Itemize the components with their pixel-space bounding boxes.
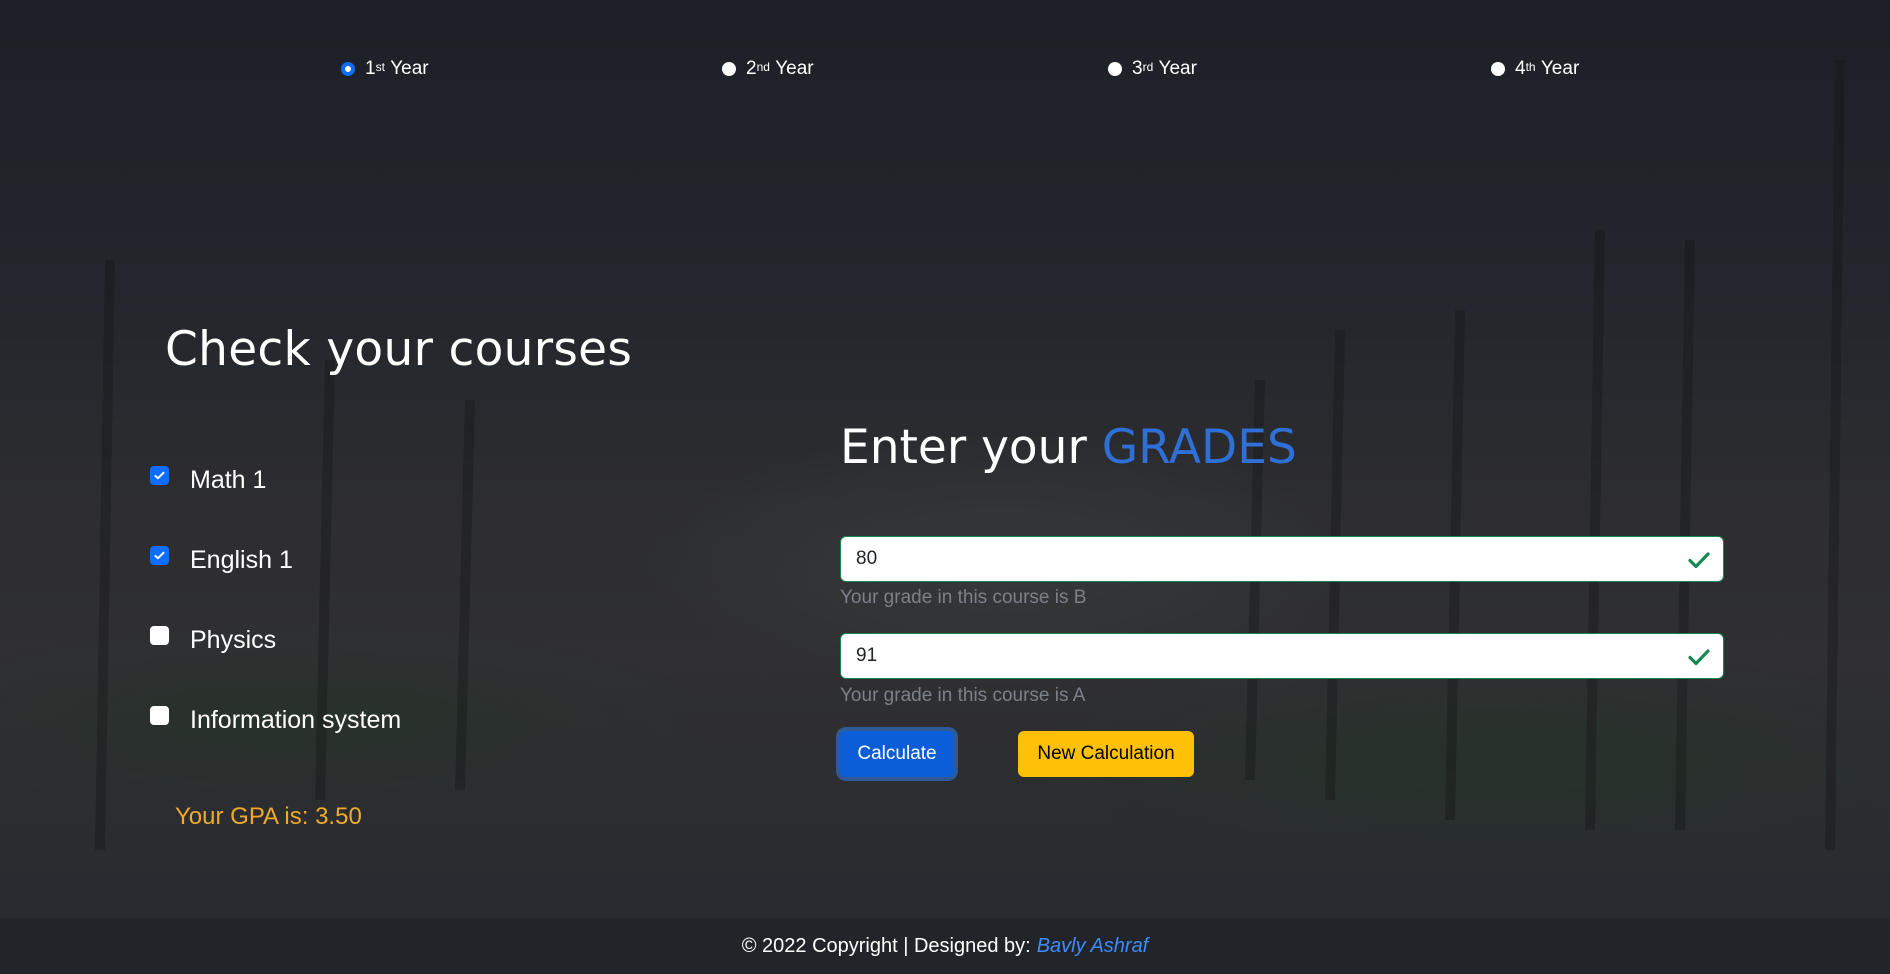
grade-input-1[interactable]: 80 [840, 536, 1724, 582]
footer: © 2022 Copyright | Designed by: Bavly As… [0, 918, 1890, 974]
courses-heading: Check your courses [165, 322, 633, 377]
gpa-result: Your GPA is: 3.50 [175, 803, 362, 830]
grade-hint-2: Your grade in this course is A [840, 685, 1086, 706]
checkbox-checked-icon[interactable] [150, 546, 169, 565]
checkbox-checked-icon[interactable] [150, 466, 169, 485]
checkbox-unchecked-icon[interactable] [150, 706, 169, 725]
course-checkbox-information-system[interactable]: Information system [150, 706, 401, 735]
radio-icon[interactable] [722, 62, 736, 76]
new-calculation-button[interactable]: New Calculation [1018, 731, 1194, 777]
grade-input-2[interactable]: 91 [840, 633, 1724, 679]
checkbox-unchecked-icon[interactable] [150, 626, 169, 645]
course-checkbox-english-1[interactable]: English 1 [150, 546, 293, 575]
valid-check-icon [1688, 552, 1710, 569]
course-checkbox-physics[interactable]: Physics [150, 626, 276, 655]
calculate-button[interactable]: Calculate [840, 731, 954, 777]
valid-check-icon [1688, 649, 1710, 666]
grade-hint-1: Your grade in this course is B [840, 587, 1087, 608]
author-link[interactable]: Bavly Ashraf [1037, 935, 1149, 958]
grades-heading: Enter your GRADES [840, 420, 1297, 475]
year-radio-3[interactable]: 3rd Year [1108, 58, 1197, 80]
copyright-text: © 2022 Copyright | Designed by: [741, 934, 1031, 957]
year-selector: 1st Year 2nd Year 3rd Year 4th Year [0, 58, 1890, 88]
radio-icon[interactable] [1108, 62, 1122, 76]
year-radio-1[interactable]: 1st Year [341, 58, 429, 80]
grades-heading-accent: GRADES [1101, 420, 1297, 475]
year-radio-4[interactable]: 4th Year [1491, 58, 1579, 80]
course-checkbox-math-1[interactable]: Math 1 [150, 466, 266, 495]
radio-icon[interactable] [341, 62, 355, 76]
year-radio-2[interactable]: 2nd Year [722, 58, 814, 80]
radio-icon[interactable] [1491, 62, 1505, 76]
